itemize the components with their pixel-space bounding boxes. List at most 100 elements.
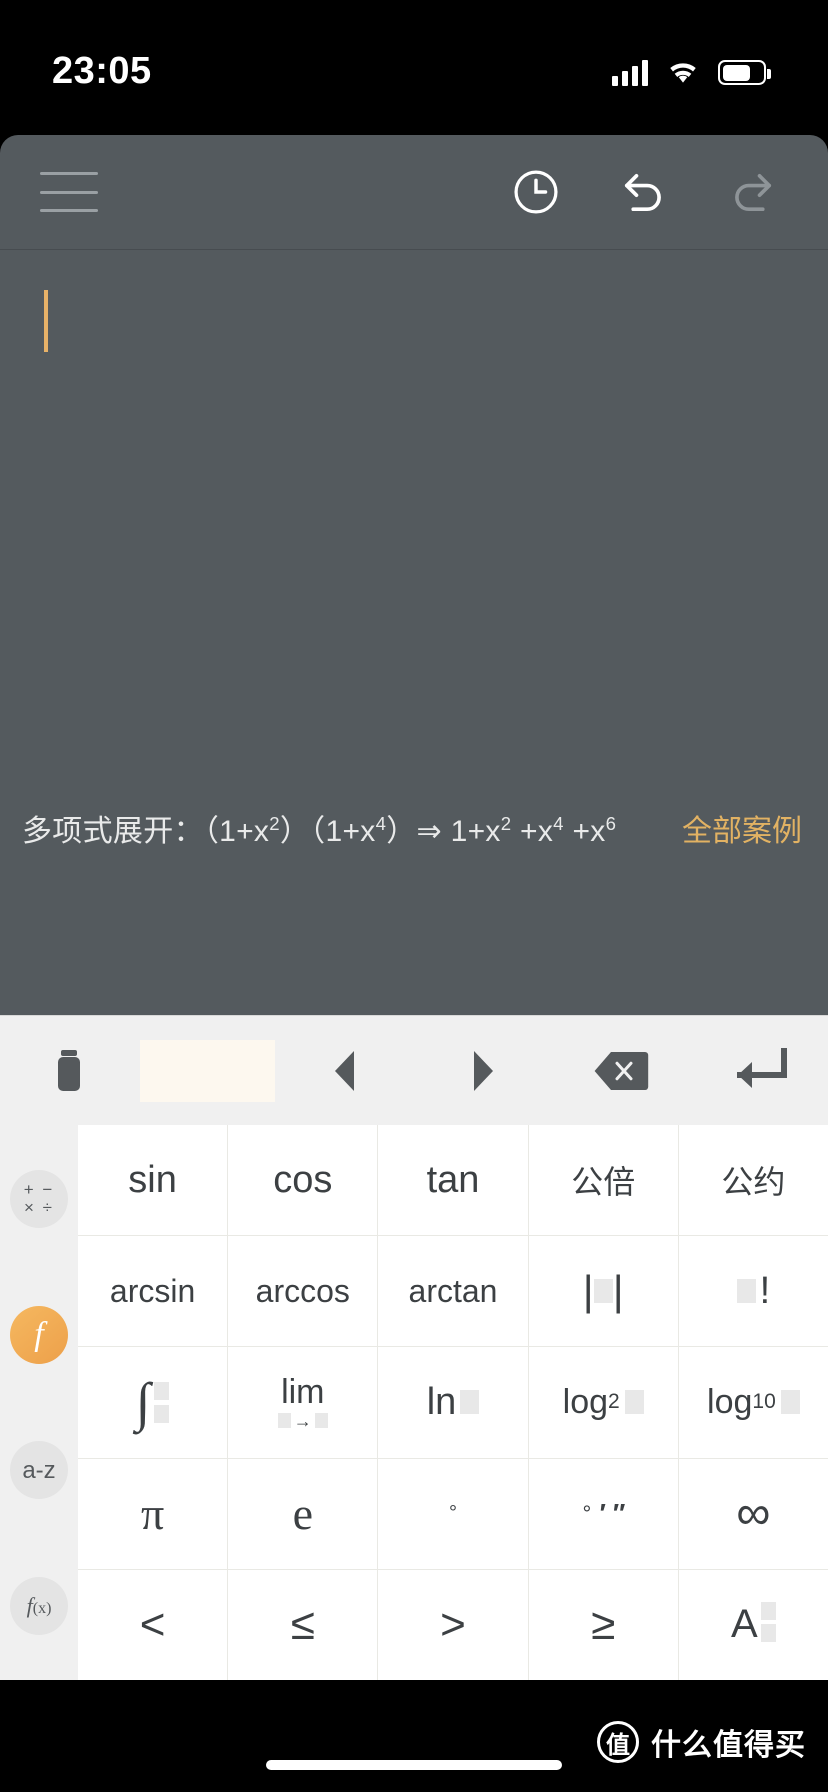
key-lcm[interactable]: 公倍: [528, 1125, 678, 1236]
placeholder-box: [314, 1413, 328, 1429]
category-functions[interactable]: f: [10, 1305, 68, 1364]
key-integral[interactable]: ∫: [78, 1347, 228, 1458]
key-greater-equal[interactable]: ≥: [528, 1569, 678, 1680]
placeholder-box: [736, 1279, 756, 1304]
function-icon: f: [34, 1315, 44, 1353]
operators-icon: + − × ÷: [23, 1180, 55, 1217]
category-fx[interactable]: f(x): [10, 1577, 68, 1636]
key-log-base-2[interactable]: log 2: [528, 1347, 678, 1458]
history-button[interactable]: [506, 162, 566, 222]
key-sin[interactable]: sin: [78, 1125, 228, 1236]
key-tan[interactable]: tan: [378, 1125, 528, 1236]
minute-sign: ′: [598, 1498, 605, 1529]
menu-icon[interactable]: [40, 172, 98, 212]
key-pi[interactable]: π: [78, 1458, 228, 1569]
calculator-app-window: 多项式展开：（1+x2）（1+x4）⇒ 1+x2 +x4 +x6 全部案例 + …: [0, 135, 828, 1680]
status-icon-group: [612, 59, 771, 86]
backspace-button[interactable]: [552, 1016, 690, 1125]
placeholder-box: [593, 1279, 613, 1304]
key-log-base-10[interactable]: log 10: [678, 1347, 828, 1458]
hint-expr-c: ）⇒ 1+x: [386, 814, 501, 848]
app-toolbar: [0, 135, 828, 250]
key-arcsin[interactable]: arcsin: [78, 1236, 228, 1347]
wifi-icon: [670, 62, 696, 83]
hint-sup-e: 6: [605, 812, 617, 834]
placeholder-box: [154, 1404, 170, 1423]
hint-expr-e: +x: [563, 814, 606, 848]
hint-expr-a: （1+x: [203, 814, 270, 848]
key-less-than[interactable]: <: [78, 1569, 228, 1680]
category-letters[interactable]: a-z: [10, 1441, 68, 1500]
dms-template: ° ′ ″: [582, 1498, 624, 1529]
keypad-grid: sin cos tan 公倍 公约 arcsin arccos arctan |…: [78, 1125, 828, 1680]
history-icon: [514, 170, 558, 214]
key-factorial[interactable]: !: [678, 1236, 828, 1347]
expression-editor[interactable]: 多项式展开：（1+x2）（1+x4）⇒ 1+x2 +x4 +x6 全部案例: [0, 250, 828, 890]
alphabet-icon: a-z: [22, 1456, 56, 1484]
key-deg-min-sec[interactable]: ° ′ ″: [528, 1458, 678, 1569]
keyboard-action-bar: [0, 1015, 828, 1125]
enter-icon: [737, 1047, 787, 1088]
bottom-bar: 值 什么值得买: [0, 1680, 828, 1792]
log10-label: log: [707, 1382, 753, 1421]
key-arccos[interactable]: arccos: [228, 1236, 378, 1347]
triangle-left-icon: [335, 1050, 354, 1091]
all-examples-link[interactable]: 全部案例: [682, 806, 802, 850]
redo-button[interactable]: [722, 162, 782, 222]
key-limit[interactable]: lim →: [228, 1347, 378, 1458]
key-less-equal[interactable]: ≤: [228, 1569, 378, 1680]
undo-icon: [624, 174, 661, 212]
key-cos[interactable]: cos: [228, 1125, 378, 1236]
placeholder-box: [277, 1413, 291, 1429]
space-button[interactable]: [138, 1016, 276, 1125]
home-indicator[interactable]: [266, 1760, 562, 1770]
key-greater-than[interactable]: >: [378, 1569, 528, 1680]
limit-subscript: →: [277, 1412, 328, 1430]
hint-bar: 多项式展开：（1+x2）（1+x4）⇒ 1+x2 +x4 +x6 全部案例: [0, 765, 828, 890]
key-A-subscript[interactable]: A: [678, 1569, 828, 1680]
placeholder-box: [760, 1624, 776, 1643]
watermark: 值 什么值得买: [597, 1720, 806, 1764]
keyboard-body: + − × ÷ f a-z f(x) sin cos tan 公倍 公约 arc…: [0, 1125, 828, 1680]
integral-sign: ∫: [135, 1372, 151, 1433]
abs-bar-left: |: [582, 1267, 594, 1315]
smzdm-logo-icon: 值: [597, 1721, 639, 1763]
keyboard-category-column: + − × ÷ f a-z f(x): [0, 1125, 78, 1680]
hint-expr-b: ）（1+x: [279, 814, 376, 848]
A-label: A: [731, 1602, 758, 1647]
watermark-text: 什么值得买: [651, 1729, 806, 1762]
key-natural-log[interactable]: ln: [378, 1347, 528, 1458]
key-euler-e[interactable]: e: [228, 1458, 378, 1569]
category-arithmetic[interactable]: + − × ÷: [10, 1169, 68, 1228]
redo-icon: [735, 174, 772, 212]
ln-label: ln: [426, 1380, 457, 1423]
triangle-right-icon: [474, 1050, 493, 1091]
placeholder-box: [624, 1390, 644, 1415]
trash-icon: [58, 1049, 80, 1091]
status-time: 23:05: [52, 50, 152, 92]
hint-sup-c: 2: [500, 812, 512, 834]
integral-template: ∫: [135, 1372, 170, 1433]
status-bar: 23:05: [0, 0, 828, 135]
hint-sup-a: 2: [269, 812, 280, 834]
key-arctan[interactable]: arctan: [378, 1236, 528, 1347]
placeholder-box: [154, 1381, 170, 1400]
hint-sup-b: 4: [375, 812, 387, 834]
fx-icon: f(x): [26, 1593, 52, 1619]
key-infinity[interactable]: ∞: [678, 1458, 828, 1569]
second-sign: ″: [611, 1498, 624, 1529]
key-gcd[interactable]: 公约: [678, 1125, 828, 1236]
placeholder-box: [760, 1602, 776, 1621]
placeholder-box: [460, 1390, 480, 1415]
abs-bar-right: |: [612, 1267, 624, 1315]
cursor-right-button[interactable]: [414, 1016, 552, 1125]
clear-all-button[interactable]: [0, 1016, 138, 1125]
toolbar-actions: [506, 162, 782, 222]
factorial-sign: !: [759, 1269, 771, 1312]
undo-button[interactable]: [614, 162, 674, 222]
cursor-left-button[interactable]: [276, 1016, 414, 1125]
space-bar: [139, 1039, 275, 1102]
enter-button[interactable]: [690, 1016, 828, 1125]
key-absolute-value[interactable]: | |: [528, 1236, 678, 1347]
key-degree[interactable]: °: [378, 1458, 528, 1569]
